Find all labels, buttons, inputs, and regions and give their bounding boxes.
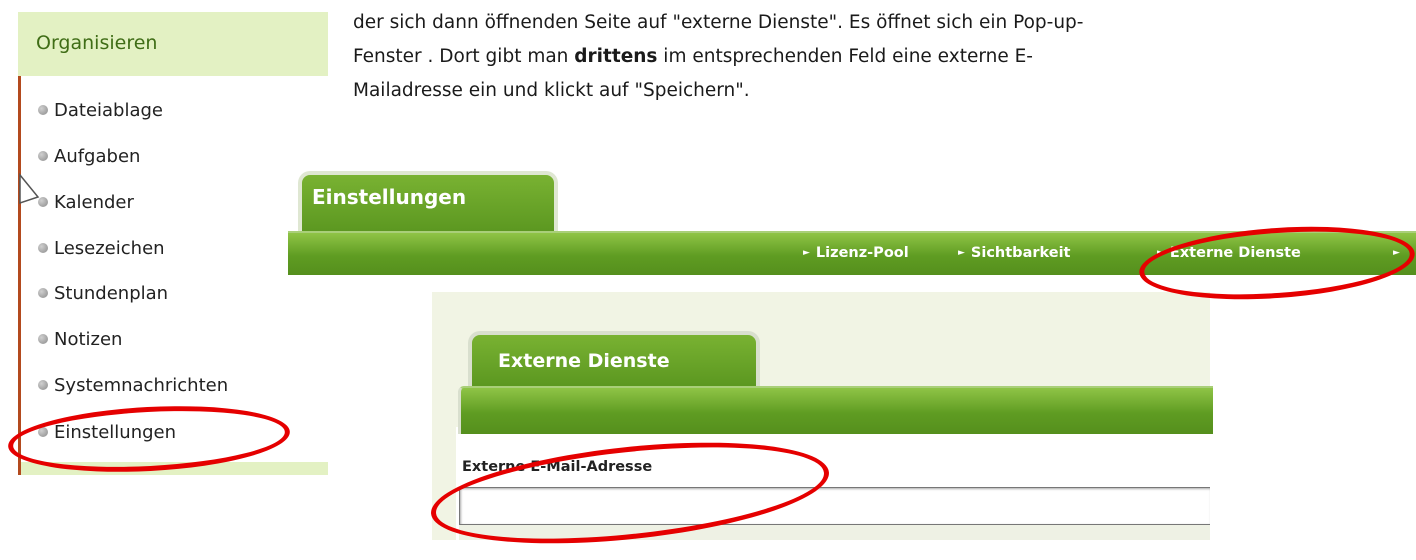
tab-label: Einstellungen (312, 185, 467, 209)
bullet-icon (38, 288, 48, 298)
tab-label: Externe Dienste (498, 350, 670, 372)
paragraph-text: Fenster . Dort gibt man (353, 46, 575, 67)
bullet-icon (38, 334, 48, 344)
sidebar-item-notizen[interactable]: Notizen (38, 325, 122, 355)
sidebar-item-label: Aufgaben (54, 146, 141, 167)
sidebar-border (18, 76, 21, 475)
tab-externe-dienste[interactable]: Externe Dienste (468, 331, 760, 387)
sidebar-item-dateiablage[interactable]: Dateiablage (38, 96, 163, 126)
paragraph-bold-text: drittens (574, 46, 658, 67)
sidebar-header: Organisieren (18, 12, 328, 76)
paragraph-line: der sich dann öffnenden Seite auf "exter… (353, 12, 1084, 33)
sidebar-item-aufgaben[interactable]: Aufgaben (38, 142, 140, 172)
bullet-icon (38, 243, 48, 253)
paragraph-line: Fenster . Dort gibt man drittens im ents… (353, 40, 1313, 74)
sidebar-item-label: Stundenplan (54, 283, 169, 304)
popup-tab-bar (458, 386, 1213, 434)
sidebar-item-label: Kalender (54, 192, 134, 213)
sidebar-item-lesezeichen[interactable]: Lesezeichen (38, 234, 165, 264)
sidebar-item-stundenplan[interactable]: Stundenplan (38, 279, 168, 309)
tab-einstellungen[interactable]: Einstellungen (298, 171, 558, 233)
triangle-right-icon: ► (958, 248, 965, 258)
paragraph-line: Mailadresse ein und klickt auf "Speicher… (353, 80, 750, 101)
menu-link-label: Sichtbarkeit (970, 245, 1071, 261)
sidebar-item-label: Systemnachrichten (54, 375, 229, 396)
bullet-icon (38, 151, 48, 161)
paragraph-text: im entsprechenden Feld eine externe E- (657, 46, 1033, 67)
mouse-cursor-icon (19, 173, 40, 205)
instruction-paragraph: der sich dann öffnenden Seite auf "exter… (353, 6, 1313, 108)
bullet-icon (38, 380, 48, 390)
sidebar-item-systemnachrichten[interactable]: Systemnachrichten (38, 371, 228, 401)
sidebar-item-kalender[interactable]: Kalender (38, 188, 134, 218)
sidebar-item-label: Dateiablage (54, 100, 164, 121)
menu-link-sichtbarkeit[interactable]: ► Sichtbarkeit (958, 245, 1071, 261)
menu-link-lizenz-pool[interactable]: ► Lizenz-Pool (803, 245, 909, 261)
sidebar-item-label: Lesezeichen (54, 238, 165, 259)
sidebar-title: Organisieren (36, 32, 158, 54)
triangle-right-icon: ► (803, 248, 810, 258)
menu-link-label: Lizenz-Pool (815, 245, 909, 261)
sidebar-item-label: Notizen (54, 329, 123, 350)
bullet-icon (38, 105, 48, 115)
